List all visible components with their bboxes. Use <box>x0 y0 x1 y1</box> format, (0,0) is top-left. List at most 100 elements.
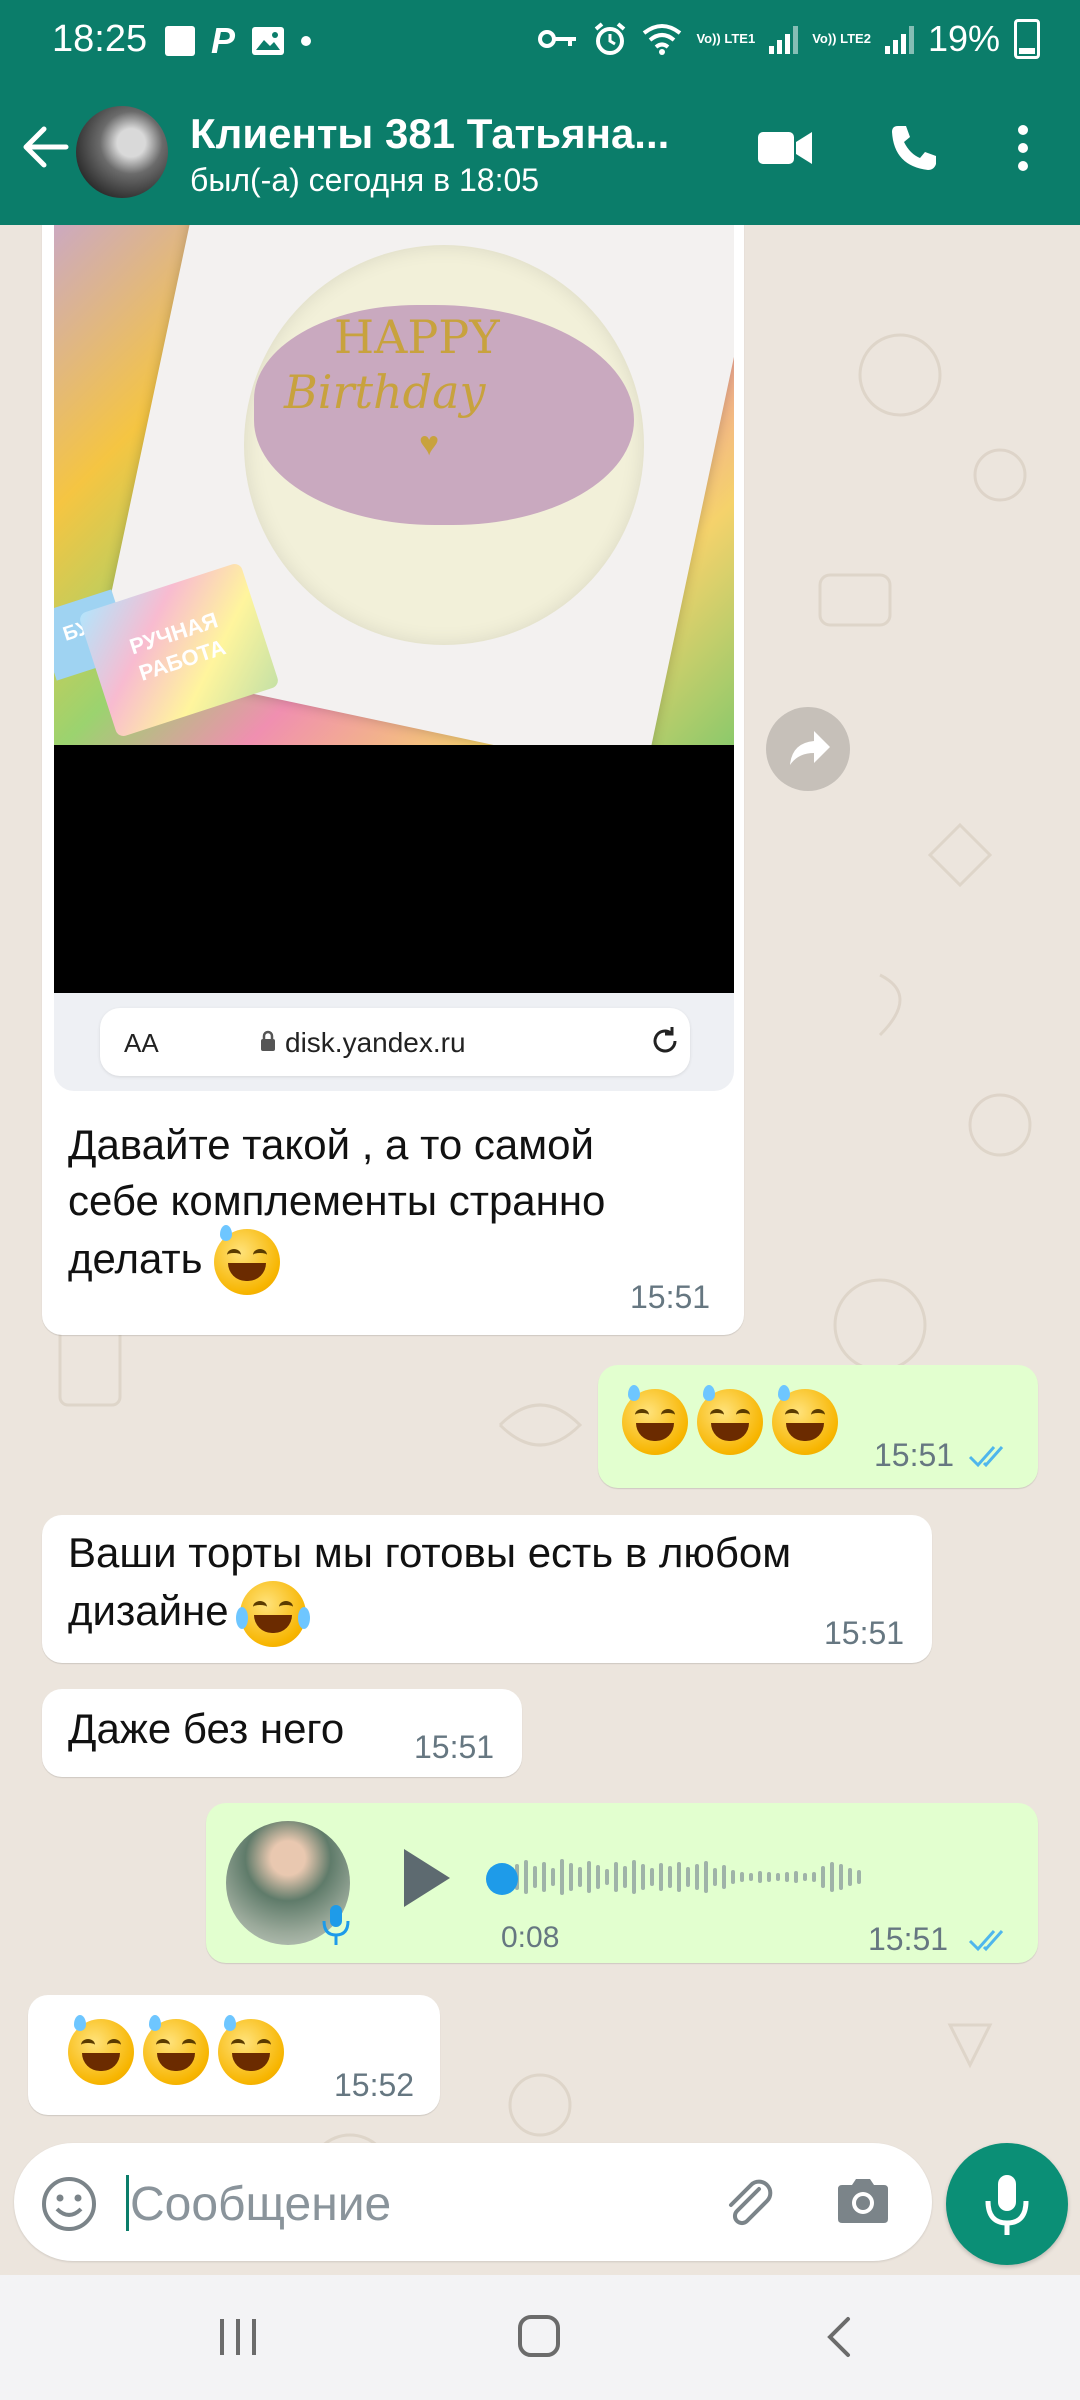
waveform-bar <box>668 1866 672 1888</box>
sim1-signal-icon <box>769 24 799 54</box>
waveform-bar <box>758 1871 762 1883</box>
message-text: Давайте такой , а то самой себе комплеме… <box>68 1117 688 1295</box>
waveform-bar <box>740 1872 744 1882</box>
attach-icon[interactable] <box>719 2173 779 2233</box>
message-text: Ваши торты мы готовы есть в любом дизайн… <box>68 1525 918 1647</box>
waveform-bar <box>686 1867 690 1887</box>
url-text: disk.yandex.ru <box>285 1027 466 1058</box>
app-notification-icon <box>165 26 195 56</box>
message-bubble-incoming[interactable]: Даже без него 15:51 <box>42 1689 522 1777</box>
voice-record-button[interactable] <box>946 2143 1068 2265</box>
waveform-bar <box>533 1866 537 1888</box>
emoji-row <box>68 2015 284 2085</box>
message-text: Даже без него <box>68 1705 345 1752</box>
message-text-content: Ваши торты мы готовы есть в любом дизайн… <box>68 1529 792 1635</box>
waveform-bar <box>803 1873 807 1881</box>
voice-duration: 0:08 <box>501 1921 560 1954</box>
cake-text-birthday: Birthday <box>284 365 486 419</box>
voice-waveform[interactable] <box>506 1857 861 1897</box>
shared-image-cake[interactable]: HAPPY Birthday ♥ БУК РУЧНАЯ РАБОТА <box>54 225 734 745</box>
payment-app-icon: P <box>211 20 236 61</box>
sweat-smile-emoji <box>697 1385 763 1455</box>
cake-heart-decoration: ♥ <box>419 425 440 463</box>
message-bubble-incoming[interactable]: 15:52 <box>28 1995 440 2115</box>
back-nav-icon[interactable] <box>824 2315 854 2359</box>
waveform-bar <box>614 1862 618 1892</box>
waveform-bar <box>623 1866 627 1888</box>
more-options-icon[interactable] <box>1016 122 1030 174</box>
waveform-bar <box>695 1864 699 1890</box>
voice-message-bubble[interactable]: 0:08 15:51 <box>206 1803 1038 1963</box>
microphone-badge-icon <box>322 1905 350 1945</box>
home-icon[interactable] <box>516 2313 562 2359</box>
video-call-icon[interactable] <box>756 122 814 174</box>
waveform-bar <box>569 1863 573 1891</box>
waveform-bar <box>776 1873 780 1881</box>
contact-avatar[interactable] <box>76 106 168 198</box>
image-black-area <box>54 745 734 993</box>
waveform-bar <box>839 1864 843 1890</box>
recent-apps-icon[interactable] <box>216 2315 260 2359</box>
voice-progress-thumb[interactable] <box>486 1863 518 1895</box>
waveform-bar <box>605 1869 609 1885</box>
last-seen: был(-а) сегодня в 18:05 <box>190 162 540 198</box>
emoji-picker-icon[interactable] <box>40 2175 98 2233</box>
waveform-bar <box>713 1868 717 1886</box>
sim2-label: Vo)) LTE2 <box>812 31 871 46</box>
forward-arrow-icon <box>790 731 830 765</box>
forward-button[interactable] <box>766 707 850 791</box>
battery-icon <box>1014 19 1040 59</box>
tears-of-joy-emoji <box>236 1581 311 1647</box>
waveform-bar <box>578 1867 582 1887</box>
waveform-bar <box>551 1868 555 1886</box>
status-bar: 18:25 P Vo)) LTE1 Vo)) LTE2 19% <box>0 0 1080 80</box>
voice-call-icon[interactable] <box>888 122 938 174</box>
waveform-bar <box>857 1870 861 1884</box>
message-time: 15:52 <box>334 2067 415 2103</box>
sweat-smile-emoji <box>214 1225 281 1295</box>
more-notifications-dot <box>301 36 312 46</box>
waveform-bar <box>722 1865 726 1889</box>
waveform-bar <box>650 1868 654 1886</box>
waveform-bar <box>749 1873 753 1881</box>
browser-url-bar-screenshot: AA disk.yandex.ru <box>54 993 734 1091</box>
chat-header: Клиенты 381 Татьяна... был(-а) сегодня в… <box>0 80 1080 225</box>
waveform-bar <box>848 1868 852 1886</box>
waveform-bar <box>587 1861 591 1893</box>
message-input[interactable]: Сообщение <box>130 2177 391 2232</box>
battery-percent: 19% <box>927 18 1000 59</box>
play-button-icon[interactable] <box>396 1843 456 1913</box>
message-bubble-incoming[interactable]: Ваши торты мы готовы есть в любом дизайн… <box>42 1515 932 1663</box>
back-arrow-icon[interactable] <box>18 120 72 174</box>
message-time: 15:51 <box>630 1279 711 1315</box>
message-bubble-outgoing[interactable]: 15:51 <box>598 1365 1038 1488</box>
waveform-bar <box>794 1871 798 1883</box>
message-input-bar[interactable]: Сообщение <box>14 2143 932 2261</box>
waveform-bar <box>785 1872 789 1882</box>
read-ticks-icon <box>968 1930 1004 1952</box>
cake-text-happy: HAPPY <box>334 310 500 364</box>
lock-icon <box>261 1030 275 1051</box>
reload-icon <box>653 1027 677 1053</box>
sim2-signal-icon <box>884 24 914 54</box>
waveform-bar <box>560 1859 564 1895</box>
camera-icon[interactable] <box>834 2175 892 2227</box>
sweat-smile-emoji <box>218 2015 284 2085</box>
message-text-content: Давайте такой , а то самой себе комплеме… <box>68 1121 606 1283</box>
cake: HAPPY Birthday ♥ <box>244 245 644 645</box>
waveform-bar <box>659 1863 663 1891</box>
status-time: 18:25 <box>52 18 148 60</box>
sweat-smile-emoji <box>68 2015 134 2085</box>
contact-name[interactable]: Клиенты 381 Татьяна... <box>190 110 669 158</box>
waveform-bar <box>524 1860 528 1894</box>
alarm-icon <box>595 22 626 55</box>
waveform-bar <box>767 1872 771 1882</box>
chat-area[interactable]: HAPPY Birthday ♥ БУК РУЧНАЯ РАБОТА AA di… <box>0 225 1080 2185</box>
message-bubble-incoming[interactable]: HAPPY Birthday ♥ БУК РУЧНАЯ РАБОТА AA di… <box>42 225 744 1335</box>
emoji-row <box>622 1385 838 1455</box>
message-time: 15:51 <box>874 1437 955 1473</box>
notification-icons: P <box>165 20 312 62</box>
message-time: 15:51 <box>414 1729 495 1765</box>
text-cursor <box>126 2175 129 2231</box>
waveform-bar <box>821 1866 825 1888</box>
